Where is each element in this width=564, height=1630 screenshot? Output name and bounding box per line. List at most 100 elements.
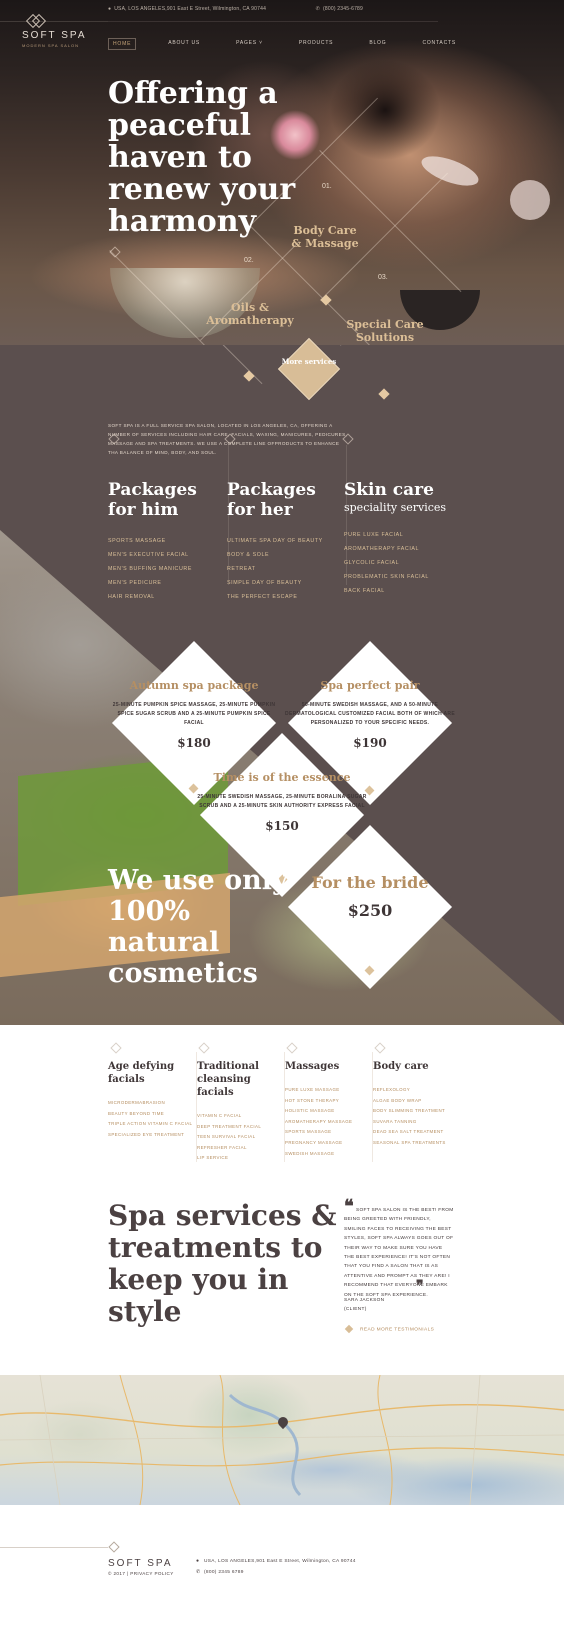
package-item[interactable]: MEN'S EXECUTIVE FACIAL xyxy=(108,548,223,562)
package-item[interactable]: BACK FACIAL xyxy=(344,584,459,598)
service-column-cleansing: Traditional cleansing facials VITAMIN C … xyxy=(197,1060,282,1164)
package-item[interactable]: RETREAT xyxy=(227,562,342,576)
service-item[interactable]: SWEDISH MASSAGE xyxy=(285,1149,370,1160)
diamond-marker xyxy=(243,370,255,382)
service-item[interactable]: TEEN SURVIVAL FACIAL xyxy=(197,1132,282,1143)
footer-logo[interactable]: SOFT SPA xyxy=(108,1558,173,1569)
service-item[interactable]: VITAMIN C FACIAL xyxy=(197,1111,282,1122)
service-column-body-care: Body care REFLEXOLOGY ALGAE BODY WRAP BO… xyxy=(373,1060,458,1149)
footer-phone[interactable]: ✆ (800) 2345 6789 xyxy=(196,1567,356,1578)
offer-content: Autumn spa package 25-MINUTE PUMPKIN SPI… xyxy=(109,679,279,750)
service-number: 02. xyxy=(244,257,254,264)
package-item[interactable]: SPORTS MASSAGE xyxy=(108,534,223,548)
package-column-skin-care: Skin care speciality services PURE LUXE … xyxy=(344,480,459,598)
diamond-grid-line xyxy=(340,345,384,346)
footer-copyright: © 2017 | PRIVACY POLICY xyxy=(108,1571,174,1576)
service-item[interactable]: PREGNANCY MASSAGE xyxy=(285,1138,370,1149)
testimonial-author: SARA JACKSON (CLIENT) xyxy=(344,1296,384,1314)
package-item[interactable]: PROBLEMATIC SKIN FACIAL xyxy=(344,570,459,584)
service-item[interactable]: AROMATHERAPY MASSAGE xyxy=(285,1117,370,1128)
map-roads xyxy=(0,1375,564,1505)
service-item[interactable]: ALGAE BODY WRAP xyxy=(373,1096,458,1107)
service-item[interactable]: MICRODERMABRASION xyxy=(108,1098,193,1109)
nav-item-home[interactable]: HOME xyxy=(108,38,137,50)
phone-text[interactable]: ✆ (800) 2345-6789 xyxy=(316,6,387,12)
service-item[interactable]: DEEP TREATMENT FACIAL xyxy=(197,1122,282,1133)
nav-item-about[interactable]: ABOUT US xyxy=(164,38,204,50)
package-title: Skin care xyxy=(344,480,434,500)
service-item[interactable]: SEASONAL SPA TREATMENTS xyxy=(373,1138,458,1149)
package-column-him: Packages for him SPORTS MASSAGE MEN'S EX… xyxy=(108,480,223,604)
testimonial-quote: SOFT SPA SALON IS THE BEST! FROM BEING G… xyxy=(344,1208,454,1298)
offer-desc: 50-MINUTE SWEDISH MASSAGE, AND A 50-MINU… xyxy=(285,702,455,726)
service-item[interactable]: BEAUTY BEYOND TIME xyxy=(108,1109,193,1120)
package-item[interactable]: PURE LUXE FACIAL xyxy=(344,528,459,542)
offer-title: Time is of the essence xyxy=(213,771,351,784)
service-item[interactable]: TRIPLE ACTION VITAMIN C FACIAL xyxy=(108,1119,193,1130)
package-item[interactable]: THE PERFECT ESCAPE xyxy=(227,590,342,604)
package-item[interactable]: HAIR REMOVAL xyxy=(108,590,223,604)
service-link-oils[interactable]: Oils & Aromatherapy xyxy=(200,301,300,327)
treatments-heading: Spa services & treatments to keep you in… xyxy=(108,1199,337,1328)
intro-text: SOFT SPA IS A FULL SERVICE SPA SALON, LO… xyxy=(108,423,348,455)
diamond-grid-line xyxy=(219,345,263,385)
diamond-bullet-icon xyxy=(344,1324,354,1334)
service-number: 01. xyxy=(322,183,332,190)
package-item[interactable]: MEN'S BUFFING MANICURE xyxy=(108,562,223,576)
service-item[interactable]: SUVARA TANNING xyxy=(373,1117,458,1128)
offer-desc: 25-MINUTE SWEDISH MASSAGE, 25-MINUTE BOR… xyxy=(197,794,367,809)
main-nav: HOME ABOUT US PAGES ˅ PRODUCTS BLOG CONT… xyxy=(108,38,488,50)
package-item[interactable]: ULTIMATE SPA DAY OF BEAUTY xyxy=(227,534,342,548)
offer-price: $180 xyxy=(177,736,211,750)
address-text: ● USA, LOS ANGELES,901 East E Street, Wil… xyxy=(108,6,267,12)
location-map[interactable] xyxy=(0,1375,564,1505)
service-item[interactable]: DEAD SEA SALT TREATMENT xyxy=(373,1127,458,1138)
package-item[interactable]: GLYCOLIC FACIAL xyxy=(344,556,459,570)
service-item[interactable]: REFRESHER FACIAL xyxy=(197,1143,282,1154)
nav-item-blog[interactable]: BLOG xyxy=(365,38,390,50)
service-title: Body care xyxy=(373,1061,429,1072)
service-item[interactable]: BODY SLIMMING TREATMENT xyxy=(373,1106,458,1117)
service-title: Traditional cleansing facials xyxy=(197,1061,259,1098)
service-link-body-care[interactable]: Body Care & Massage xyxy=(290,224,360,250)
service-item[interactable]: LIP SERVICE xyxy=(197,1153,282,1164)
offer-price: $190 xyxy=(353,736,387,750)
service-item[interactable]: HOLISTIC MASSAGE xyxy=(285,1106,370,1117)
hero-photo-petal xyxy=(510,180,550,220)
service-link-special-care[interactable]: Special Care Solutions xyxy=(340,318,430,344)
diamond-marker xyxy=(378,388,390,400)
footer-diamond-icon xyxy=(108,1541,120,1553)
service-title: Age defying facials xyxy=(108,1061,175,1085)
diamond-marker xyxy=(198,1042,210,1054)
hero-photo-hair xyxy=(330,60,440,160)
service-item[interactable]: SPORTS MASSAGE xyxy=(285,1127,370,1138)
service-item[interactable]: HOT STONE THERAPY xyxy=(285,1096,370,1107)
package-item[interactable]: BODY & SOLE xyxy=(227,548,342,562)
nav-item-contacts[interactable]: CONTACTS xyxy=(418,38,460,50)
package-subtitle: speciality services xyxy=(344,501,447,514)
offer-content: For the bride $250 xyxy=(285,873,455,920)
service-item[interactable]: SPECIALIZED EYE TREATMENT xyxy=(108,1130,193,1141)
package-item[interactable]: AROMATHERAPY FACIAL xyxy=(344,542,459,556)
offer-title: Autumn spa package xyxy=(129,679,259,692)
footer-divider xyxy=(0,1547,108,1548)
offer-price: $150 xyxy=(265,819,299,833)
nav-item-products[interactable]: PRODUCTS xyxy=(295,38,337,50)
package-item[interactable]: MEN'S PEDICURE xyxy=(108,576,223,590)
read-more-testimonials-link[interactable]: READ MORE TESTIMONIALS xyxy=(344,1324,434,1334)
package-item[interactable]: SIMPLE DAY OF BEAUTY xyxy=(227,576,342,590)
location-pin-icon: ● xyxy=(108,6,112,12)
service-item[interactable]: REFLEXOLOGY xyxy=(373,1085,458,1096)
offer-desc: 25-MINUTE PUMPKIN SPICE MASSAGE, 25-MINU… xyxy=(112,702,276,726)
packages-section: SOFT SPA IS A FULL SERVICE SPA SALON, LO… xyxy=(0,345,564,1025)
service-item[interactable]: PURE LUXE MASSAGE xyxy=(285,1085,370,1096)
service-column-age-defying: Age defying facials MICRODERMABRASION BE… xyxy=(108,1060,193,1140)
service-title: Massages xyxy=(285,1061,340,1072)
offer-content: Spa perfect pair 50-MINUTE SWEDISH MASSA… xyxy=(285,679,455,750)
author-role: (CLIENT) xyxy=(344,1307,367,1312)
natural-cosmetics-heading: We use only 100% natural cosmetics xyxy=(108,865,288,989)
nav-item-pages[interactable]: PAGES ˅ xyxy=(232,38,267,50)
phone-icon: ✆ xyxy=(196,1569,201,1575)
author-name: SARA JACKSON xyxy=(344,1298,385,1303)
phone-icon: ✆ xyxy=(315,6,321,12)
